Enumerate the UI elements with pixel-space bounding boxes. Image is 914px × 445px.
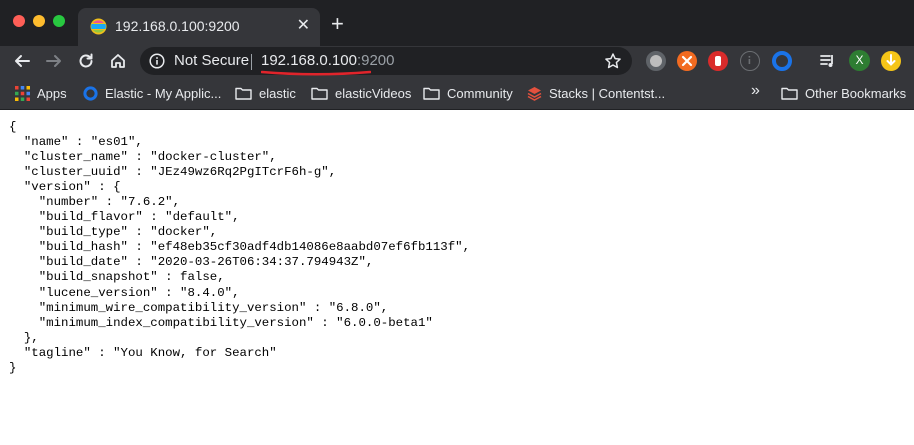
json-line: "build_date" : "2020-03-26T06:34:37.7949…	[9, 255, 374, 270]
folder-icon	[311, 87, 328, 100]
url-host: 192.168.0.100	[261, 52, 357, 69]
bookmark-label: elastic	[259, 85, 296, 101]
close-tab-icon[interactable]: ✕	[297, 16, 310, 36]
bookmark-folder-elasticvideos[interactable]: elasticVideos	[311, 84, 411, 102]
json-line: "minimum_wire_compatibility_version" : "…	[9, 300, 389, 315]
address-bar[interactable]: Not Secure 192.168.0.100:9200	[140, 47, 632, 76]
bookmark-label: Elastic - My Applic...	[105, 85, 222, 101]
json-line: }	[9, 360, 17, 375]
security-status[interactable]: Not Secure	[174, 52, 249, 69]
json-line: "build_hash" : "ef48eb35cf30adf4db14086e…	[9, 240, 471, 255]
json-line: "build_flavor" : "default",	[9, 210, 240, 225]
extension-blue-ring-icon[interactable]	[772, 51, 792, 71]
tab-strip: 192.168.0.100:9200 ✕ +	[0, 0, 914, 46]
folder-icon	[781, 87, 798, 100]
extension-privacy-icon[interactable]	[646, 51, 666, 71]
stacks-favicon-icon	[527, 86, 542, 101]
bookmark-folder-community[interactable]: Community	[423, 84, 513, 102]
bookmark-label: Stacks | Contentst...	[549, 85, 666, 101]
json-line: "tagline" : "You Know, for Search"	[9, 345, 277, 360]
json-line: {	[9, 120, 17, 134]
json-line: },	[9, 330, 39, 345]
minimize-window-button[interactable]	[33, 15, 45, 27]
close-window-button[interactable]	[13, 15, 25, 27]
extension-disabled-info-icon[interactable]	[740, 51, 760, 71]
bookmarks-bar: Apps Elastic - My Applic... elastic elas…	[0, 76, 914, 110]
bookmark-star-icon[interactable]	[604, 52, 622, 70]
maximize-window-button[interactable]	[53, 15, 65, 27]
tab-title: 192.168.0.100:9200	[115, 18, 240, 34]
browser-tab[interactable]: 192.168.0.100:9200 ✕	[78, 8, 320, 46]
bookmark-other-bookmarks[interactable]: Other Bookmarks	[781, 84, 906, 102]
blue-ring-favicon-icon	[83, 85, 98, 101]
url-text[interactable]: 192.168.0.100:9200	[261, 52, 394, 69]
json-line: "minimum_index_compatibility_version" : …	[9, 315, 433, 330]
bookmark-label: elasticVideos	[335, 85, 412, 101]
extension-yellow-icon[interactable]	[881, 51, 901, 71]
bookmark-apps[interactable]: Apps	[15, 84, 67, 102]
reload-icon[interactable]	[74, 49, 98, 73]
bookmark-elastic-my-applications[interactable]: Elastic - My Applic...	[83, 84, 221, 102]
json-line: "version" : {	[9, 180, 121, 195]
page-content: { "name" : "es01", "cluster_name" : "doc…	[0, 111, 914, 445]
bookmark-folder-elastic[interactable]: elastic	[235, 84, 296, 102]
json-line: "build_snapshot" : false,	[9, 270, 225, 285]
bookmark-label: Apps	[37, 85, 67, 101]
back-arrow-icon[interactable]	[10, 49, 34, 73]
json-line: "lucene_version" : "8.4.0",	[9, 285, 240, 300]
bookmark-label: Other Bookmarks	[805, 85, 907, 101]
bookmark-stacks-contentstack[interactable]: Stacks | Contentst...	[527, 84, 665, 102]
json-line: "number" : "7.6.2",	[9, 195, 181, 210]
info-icon[interactable]	[149, 53, 165, 69]
apps-grid-icon	[15, 85, 30, 101]
folder-icon	[235, 87, 252, 100]
extension-orange-icon[interactable]	[677, 51, 697, 71]
new-tab-button[interactable]: +	[331, 13, 344, 35]
bookmark-label: Community	[447, 85, 513, 101]
url-port: :9200	[356, 52, 395, 69]
json-line: "build_type" : "docker",	[9, 225, 218, 240]
json-line: "cluster_name" : "docker-cluster",	[9, 150, 277, 165]
forward-arrow-icon[interactable]	[42, 49, 66, 73]
json-line: "name" : "es01",	[9, 135, 143, 150]
omnibox-divider	[251, 54, 252, 70]
extension-stop-hand-icon[interactable]	[708, 51, 728, 71]
json-line: "cluster_uuid" : "JEz49wz6Rq2PgITcrF6h-g…	[9, 165, 337, 180]
profile-avatar[interactable]: X	[849, 50, 870, 71]
bookmarks-overflow-button[interactable]: »	[751, 82, 760, 100]
elastic-favicon-icon	[90, 18, 107, 35]
browser-toolbar: Not Secure 192.168.0.100:9200 X	[0, 46, 914, 76]
home-icon[interactable]	[106, 49, 130, 73]
folder-icon	[423, 87, 440, 100]
json-response: { "name" : "es01", "cluster_name" : "doc…	[9, 120, 470, 376]
media-queue-icon[interactable]	[816, 49, 840, 73]
